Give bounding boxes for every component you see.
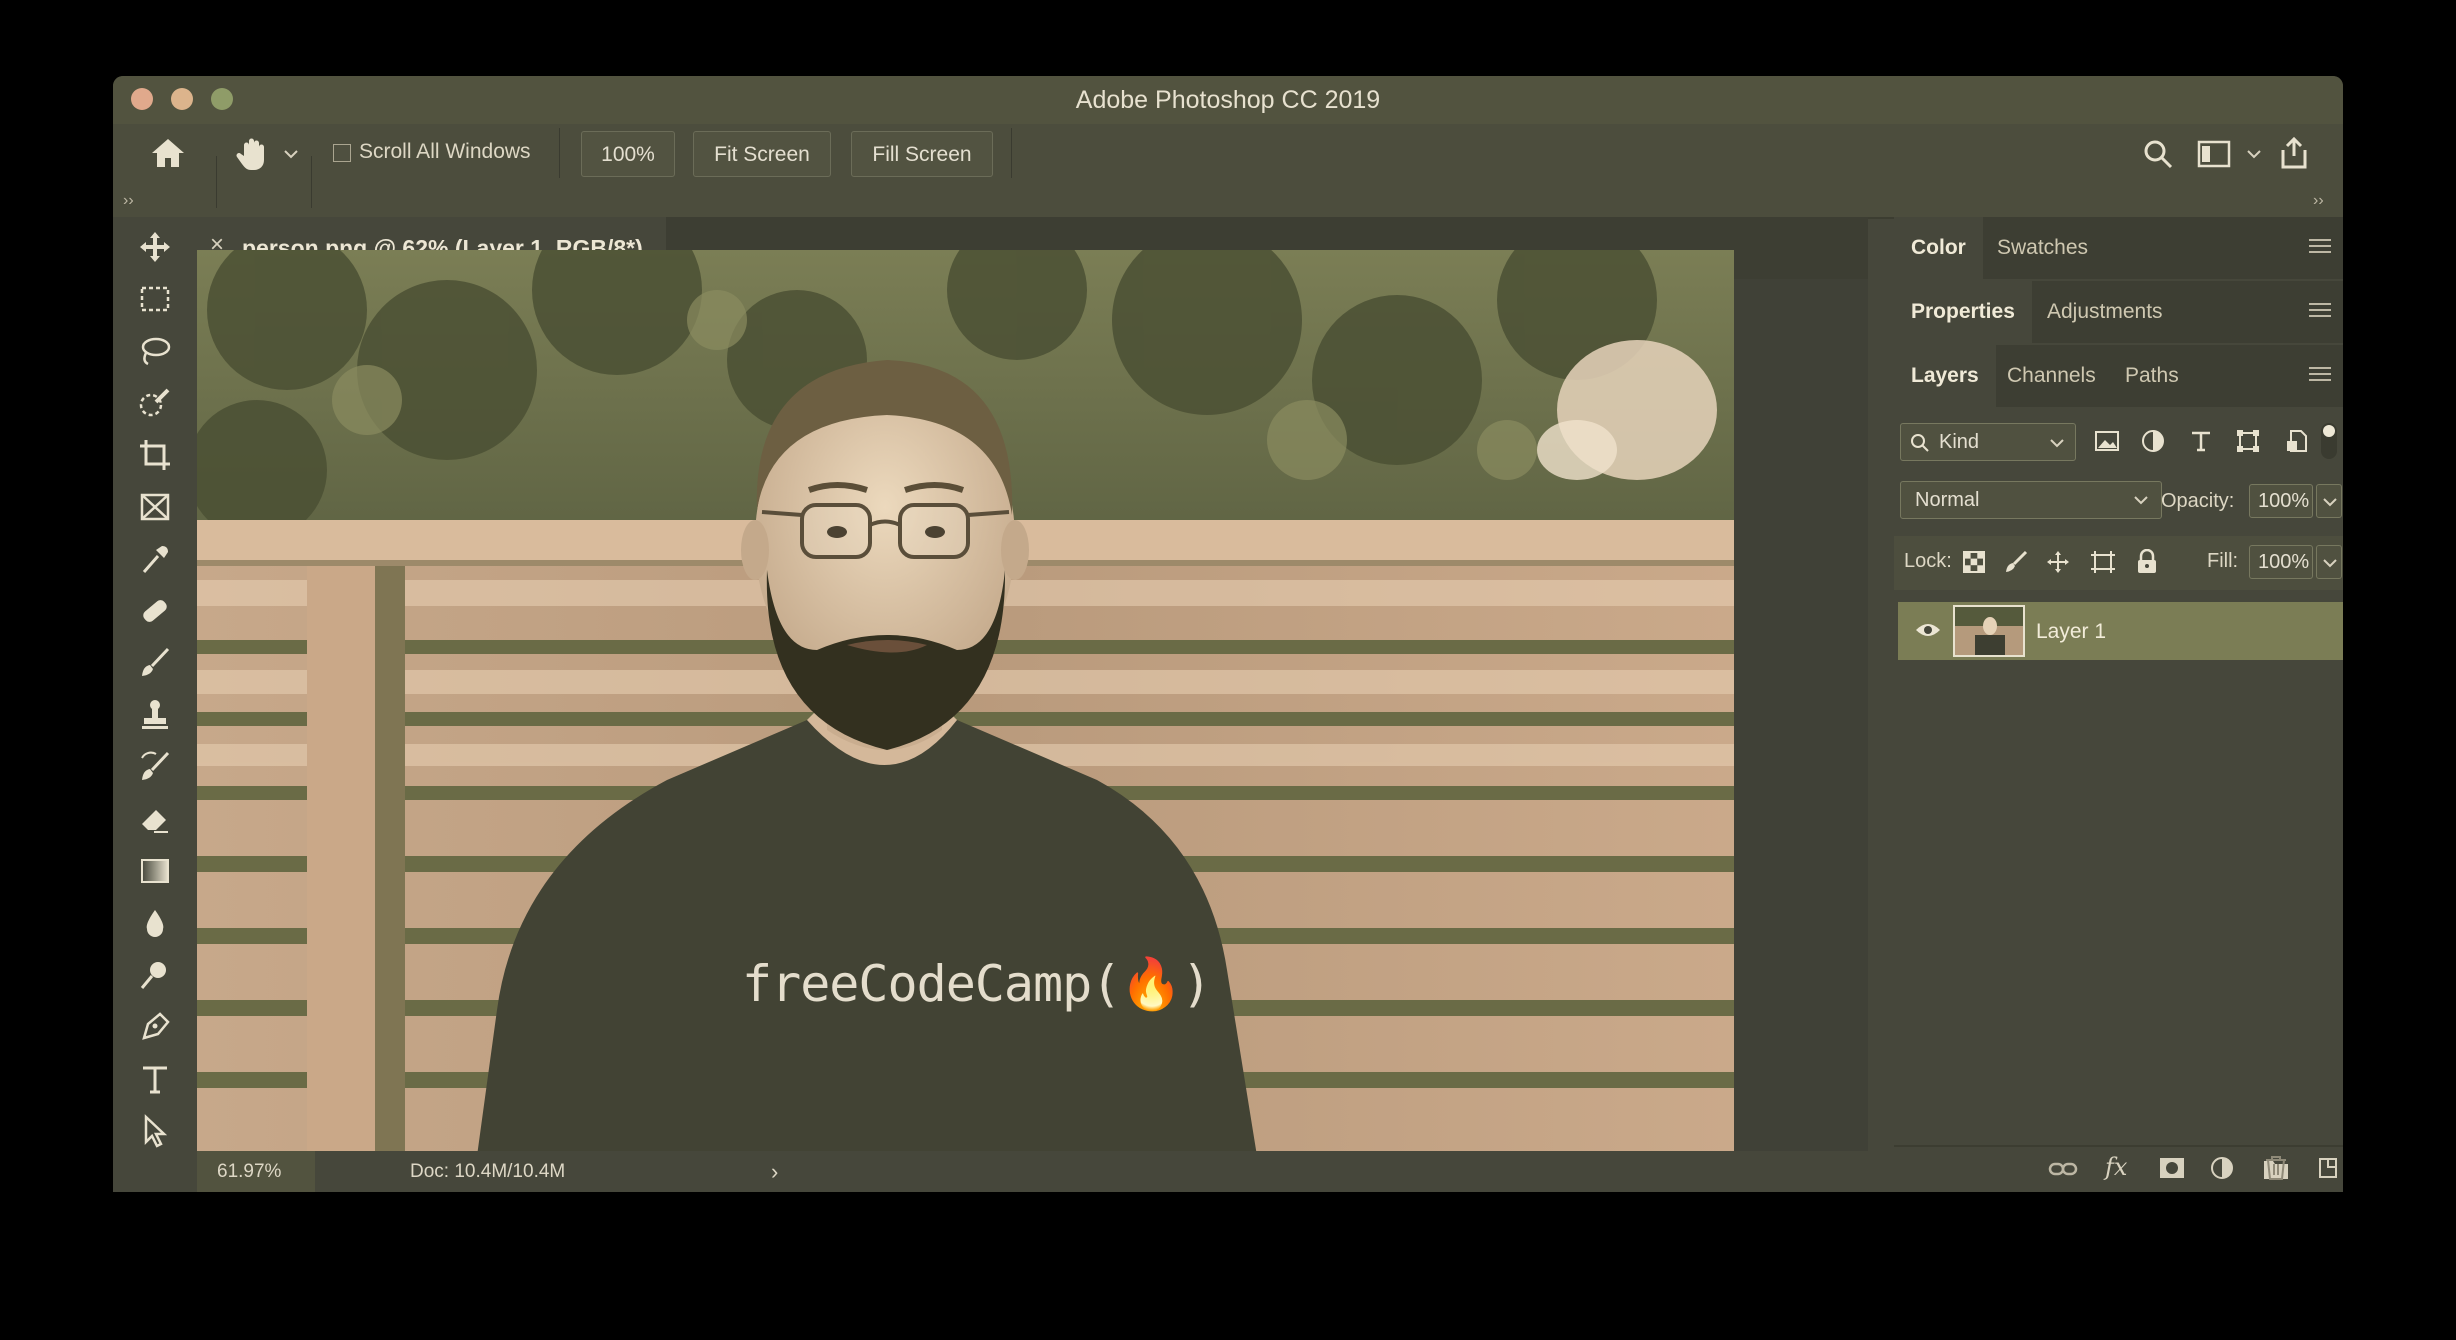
- blend-mode-value: Normal: [1915, 489, 1980, 511]
- scroll-all-windows-label: Scroll All Windows: [359, 140, 531, 163]
- tools-panel: [113, 217, 199, 1192]
- lock-artboard-icon[interactable]: [2090, 550, 2116, 574]
- healing-brush-icon[interactable]: [131, 589, 179, 633]
- tab-properties[interactable]: Properties: [1894, 281, 2032, 343]
- zoom-100-button[interactable]: 100%: [581, 131, 675, 177]
- add-mask-icon[interactable]: [2158, 1156, 2186, 1180]
- fill-label: Fill:: [2207, 550, 2239, 572]
- brush-icon[interactable]: [131, 641, 179, 685]
- fill-screen-button[interactable]: Fill Screen: [851, 131, 993, 177]
- history-brush-icon[interactable]: [131, 745, 179, 789]
- filter-adjustment-icon[interactable]: [2141, 429, 2165, 453]
- gradient-icon[interactable]: [131, 849, 179, 893]
- lock-position-icon[interactable]: [2046, 550, 2070, 574]
- clone-stamp-icon[interactable]: [131, 693, 179, 737]
- link-layers-icon[interactable]: [2048, 1157, 2078, 1181]
- move-icon[interactable]: [131, 225, 179, 269]
- home-icon[interactable]: [149, 136, 187, 170]
- tab-swatches[interactable]: Swatches: [1980, 217, 2105, 279]
- blend-mode-select[interactable]: Normal: [1900, 481, 2162, 519]
- delete-layer-icon[interactable]: [2264, 1155, 2288, 1181]
- blend-mode-chevron-icon: [2134, 496, 2148, 505]
- pen-icon[interactable]: [131, 1005, 179, 1049]
- layer-name[interactable]: Layer 1: [2036, 620, 2106, 644]
- layer-visibility-eye-icon[interactable]: [1914, 620, 1942, 640]
- frame-icon[interactable]: [131, 485, 179, 529]
- opacity-dropdown[interactable]: [2316, 484, 2342, 518]
- tool-preset-chevron-icon[interactable]: [283, 148, 299, 160]
- status-menu-arrow-icon[interactable]: ›: [771, 1159, 778, 1185]
- type-icon[interactable]: [131, 1057, 179, 1101]
- photo-image: [197, 250, 1734, 1156]
- properties-panel-menu-icon[interactable]: [2309, 303, 2331, 319]
- collapse-toolbar-icon[interactable]: ››: [123, 192, 134, 210]
- eyedropper-icon[interactable]: [131, 537, 179, 581]
- search-icon[interactable]: [2142, 138, 2174, 170]
- filter-type-icon[interactable]: [2189, 429, 2213, 453]
- scroll-all-windows-checkbox[interactable]: [333, 144, 351, 162]
- tab-channels[interactable]: Channels: [1990, 345, 2113, 407]
- properties-panel-tabs: Properties Adjustments: [1894, 281, 2343, 343]
- doc-size-info: Doc: 10.4M/10.4M: [410, 1161, 566, 1182]
- filter-smart-object-icon[interactable]: [2285, 429, 2309, 453]
- title-bar: Adobe Photoshop CC 2019: [113, 76, 2343, 125]
- tab-layers[interactable]: Layers: [1894, 345, 1996, 407]
- hand-tool-icon[interactable]: [235, 136, 269, 172]
- lock-transparent-pixels-icon[interactable]: [1962, 550, 1986, 574]
- status-bar: 61.97% Doc: 10.4M/10.4M ›: [197, 1151, 1868, 1192]
- quick-select-icon[interactable]: [131, 381, 179, 425]
- layers-panel-tabs: Layers Channels Paths: [1894, 345, 2343, 407]
- fill-input[interactable]: 100%: [2249, 545, 2313, 579]
- document-canvas[interactable]: freeCodeCamp(🔥): [197, 250, 1734, 1156]
- crop-icon[interactable]: [131, 433, 179, 477]
- lock-image-pixels-icon[interactable]: [2004, 550, 2028, 574]
- fill-chevron-icon: [2323, 559, 2337, 568]
- opacity-label: Opacity:: [2161, 490, 2235, 512]
- new-adjustment-layer-icon[interactable]: [2210, 1156, 2236, 1182]
- share-icon[interactable]: [2277, 136, 2311, 170]
- opacity-input[interactable]: 100%: [2249, 484, 2313, 518]
- window-title: Adobe Photoshop CC 2019: [1075, 86, 1381, 114]
- filter-kind-chevron-icon: [2050, 439, 2064, 448]
- lock-all-icon[interactable]: [2136, 549, 2158, 575]
- dodge-icon[interactable]: [131, 953, 179, 997]
- right-panel-dock: Color Swatches Properties Adjustments La…: [1894, 217, 2343, 1192]
- zoom-level[interactable]: 61.97%: [217, 1161, 281, 1183]
- filter-toggle-switch[interactable]: [2321, 423, 2337, 459]
- path-select-icon[interactable]: [131, 1109, 179, 1153]
- opacity-chevron-icon: [2323, 498, 2337, 507]
- tab-adjustments[interactable]: Adjustments: [2030, 281, 2180, 343]
- color-panel-tabs: Color Swatches: [1894, 217, 2343, 279]
- tab-paths[interactable]: Paths: [2108, 345, 2196, 407]
- filter-shape-icon[interactable]: [2236, 429, 2260, 453]
- tab-color[interactable]: Color: [1894, 217, 1983, 279]
- workspace-chevron-icon[interactable]: [2246, 148, 2262, 160]
- layer-effects-icon[interactable]: fx: [2105, 1153, 2127, 1181]
- color-panel-menu-icon[interactable]: [2309, 239, 2331, 255]
- fit-screen-button[interactable]: Fit Screen: [693, 131, 831, 177]
- fill-dropdown[interactable]: [2316, 545, 2342, 579]
- lock-label: Lock:: [1904, 550, 1952, 572]
- filter-kind-value: Kind: [1939, 431, 1980, 453]
- eraser-icon[interactable]: [131, 797, 179, 841]
- blur-icon[interactable]: [131, 901, 179, 945]
- fill-value: 100%: [2258, 551, 2310, 573]
- layers-panel-menu-icon[interactable]: [2309, 367, 2331, 383]
- photoshop-window: Adobe Photoshop CC 2019 Scroll All Windo…: [113, 76, 2343, 1192]
- filter-pixel-icon[interactable]: [2094, 429, 2120, 453]
- shirt-logo-text: freeCodeCamp(🔥): [742, 955, 1212, 1013]
- opacity-value: 100%: [2258, 490, 2310, 512]
- lasso-icon[interactable]: [131, 329, 179, 373]
- layer-thumbnail[interactable]: [1953, 605, 2025, 657]
- collapse-panels-icon[interactable]: ››: [2313, 192, 2324, 210]
- filter-search-icon: [1911, 434, 1929, 452]
- options-bar: [113, 124, 2343, 219]
- new-layer-icon[interactable]: [2316, 1155, 2340, 1181]
- marquee-icon[interactable]: [131, 277, 179, 321]
- workspace-icon[interactable]: [2197, 140, 2231, 168]
